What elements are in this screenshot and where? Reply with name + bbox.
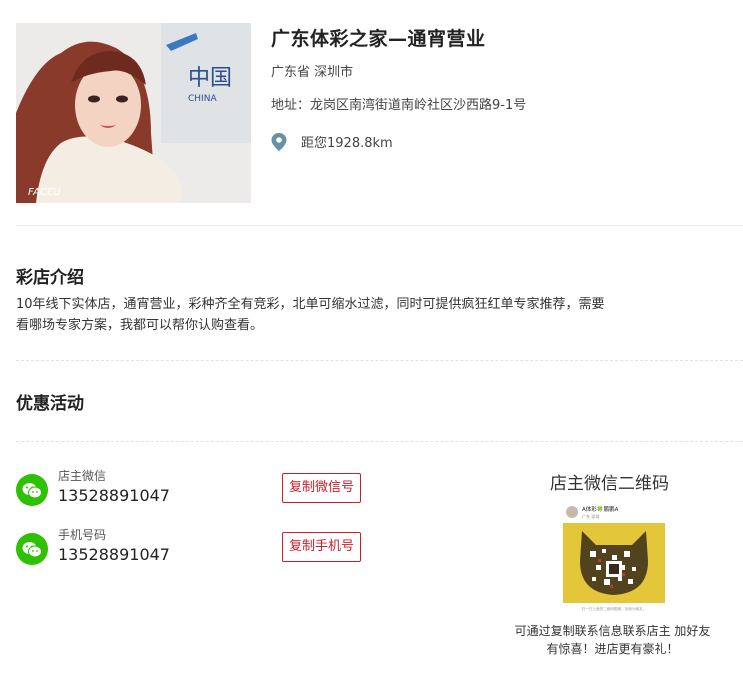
copy-phone-button[interactable]: 复制手机号 xyxy=(282,532,362,562)
store-region: 广东省 深圳市 xyxy=(271,65,354,80)
contact-row-phone: 手机号码 13528891047 xyxy=(16,528,170,565)
contact-value: 13528891047 xyxy=(58,486,170,505)
contact-label: 手机号码 xyxy=(58,528,107,542)
promo-divider xyxy=(16,441,743,442)
contact-value: 13528891047 xyxy=(58,545,170,564)
store-photo: 中国 CHINA FACEU xyxy=(16,23,251,203)
location-pin-icon xyxy=(271,132,287,151)
qr-note: 可通过复制联系信息联系店主 加好友有惊喜！进店更有豪礼！ xyxy=(514,624,711,656)
contact-label: 店主微信 xyxy=(58,469,107,483)
photo-wall-text: 中国 xyxy=(188,66,232,91)
intro-divider xyxy=(16,360,743,361)
qr-card-header: A体彩🍀鹏鹏A xyxy=(582,505,619,513)
store-distance: 距您1928.8km xyxy=(271,132,393,151)
qr-card-footer: 扫一扫上面的二维码图案，加我为朋友。 xyxy=(582,606,647,611)
photo-wall-text-2: CHINA xyxy=(188,94,217,104)
photo-watermark: FACEU xyxy=(28,187,61,198)
qr-title: 店主微信二维码 xyxy=(550,474,669,494)
promo-title: 优惠活动 xyxy=(16,394,84,414)
header-divider xyxy=(16,225,743,226)
store-name: 广东体彩之家—通宵营业 xyxy=(271,28,486,50)
wechat-icon xyxy=(16,533,48,565)
store-address: 地址：龙岗区南湾街道南岭社区沙西路9-1号 xyxy=(271,98,527,113)
wechat-icon xyxy=(16,474,48,506)
contact-row-wechat: 店主微信 13528891047 xyxy=(16,469,170,506)
copy-wechat-button[interactable]: 复制微信号 xyxy=(282,473,362,503)
distance-text: 距您1928.8km xyxy=(301,136,393,151)
intro-title: 彩店介绍 xyxy=(16,268,84,288)
intro-text: 10年线下实体店，通宵营业，彩种齐全有竞彩，北单可缩水过滤，同时可提供疯狂红单专… xyxy=(16,297,605,333)
qr-card-sub: 广东 深圳 xyxy=(582,513,599,519)
qr-code-card: A体彩🍀鹏鹏A 广东 深圳 扫一扫上面的二维码图案，加我为朋友。 xyxy=(562,501,666,613)
